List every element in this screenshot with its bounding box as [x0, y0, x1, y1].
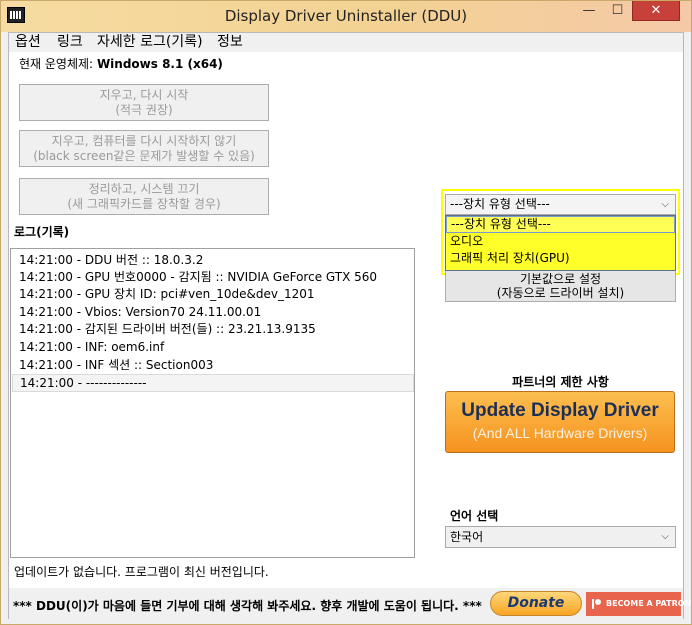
clean-restart-line1: 지우고, 다시 시작 — [99, 88, 189, 102]
clean-no-restart-line1: 지우고, 컴퓨터를 다시 시작하지 않기 — [51, 134, 237, 148]
os-value: Windows 8.1 (x64) — [96, 57, 223, 71]
become-patron-button[interactable]: BECOME A PATRON — [586, 592, 691, 616]
clean-and-restart-button[interactable]: 지우고, 다시 시작 (적극 권장) — [19, 84, 269, 121]
log-line: 14:21:00 - DDU 버전 :: 18.0.3.2 — [19, 253, 204, 267]
device-option-placeholder[interactable]: ---장치 유형 선택--- — [446, 216, 675, 233]
menu-bar: 옵션 링크 자세한 로그(기록) 정보 — [9, 33, 683, 52]
chevron-down-icon: ⌵ — [661, 531, 669, 542]
log-line-selected[interactable]: 14:21:00 - -------------- — [12, 374, 414, 392]
log-line: 14:21:00 - GPU 번호0000 - 감지됨 :: NVIDIA Ge… — [19, 270, 378, 284]
log-list[interactable]: 14:21:00 - DDU 버전 :: 18.0.3.2 14:21:00 -… — [10, 248, 415, 558]
device-option-audio[interactable]: 오디오 — [446, 234, 675, 251]
language-select[interactable]: 한국어 ⌵ — [445, 526, 676, 548]
maximize-button[interactable]: ☐ — [604, 1, 631, 21]
app-window: Display Driver Uninstaller (DDU) — ☐ ✕ 옵… — [0, 0, 692, 625]
clean-shutdown-line2: (새 그래픽카드를 장착할 경우) — [67, 197, 221, 211]
log-label: 로그(기록) — [14, 225, 70, 239]
menu-options[interactable]: 옵션 — [15, 34, 41, 51]
clean-no-restart-line2: (black screen같은 문제가 발생할 수 있음) — [33, 149, 255, 163]
os-label: 현재 운영체제: — [19, 57, 94, 71]
set-default-button[interactable]: 기본값으로 설정 (자동으로 드라이버 설치) — [445, 270, 676, 302]
log-line: 14:21:00 - 감지된 드라이버 버전(들) :: 23.21.13.91… — [19, 322, 316, 336]
default-line1: 기본값으로 설정 — [519, 272, 602, 286]
device-option-gpu[interactable]: 그래픽 처리 장치(GPU) — [446, 251, 675, 268]
clean-restart-line2: (적극 권장) — [115, 103, 173, 117]
update-status: 업데이트가 없습니다. 프로그램이 최신 버전입니다. — [14, 565, 269, 579]
default-line2: (자동으로 드라이버 설치) — [496, 286, 625, 300]
donation-message: *** DDU(이)가 마음에 들면 기부에 대해 생각해 봐주세요. 향후 개… — [13, 599, 482, 613]
log-line: 14:21:00 - Vbios: Version70 24.11.00.01 — [19, 305, 262, 319]
current-os: 현재 운영체제: Windows 8.1 (x64) — [19, 55, 223, 72]
donation-footer: *** DDU(이)가 마음에 들면 기부에 대해 생각해 봐주세요. 향후 개… — [9, 588, 691, 619]
patron-label: BECOME A PATRON — [606, 599, 692, 608]
log-line: 14:21:00 - INF: oem6.inf — [19, 340, 165, 354]
language-label: 언어 선택 — [450, 509, 499, 523]
device-type-dropdown: ---장치 유형 선택--- 오디오 그래픽 처리 장치(GPU) — [445, 215, 676, 271]
log-line: 14:21:00 - INF 섹션 :: Section003 — [19, 358, 214, 372]
chevron-down-icon: ⌵ — [661, 199, 669, 210]
clean-shutdown-line1: 정리하고, 시스템 끄기 — [88, 182, 200, 196]
language-selected: 한국어 — [450, 530, 484, 544]
title-bar[interactable]: Display Driver Uninstaller (DDU) — ☐ ✕ — [1, 1, 691, 32]
device-type-selected: ---장치 유형 선택--- — [450, 197, 550, 211]
device-type-select[interactable]: ---장치 유형 선택--- ⌵ — [445, 194, 676, 215]
log-line: 14:21:00 - GPU 장치 ID: pci#ven_10de&dev_1… — [19, 287, 315, 301]
minimize-button[interactable]: — — [575, 1, 603, 21]
close-button[interactable]: ✕ — [632, 1, 680, 21]
update-title: Update Display Driver — [461, 400, 659, 421]
clean-and-shutdown-button[interactable]: 정리하고, 시스템 끄기 (새 그래픽카드를 장착할 경우) — [19, 178, 269, 215]
donate-button[interactable]: Donate — [490, 591, 582, 616]
menu-links[interactable]: 링크 — [57, 34, 83, 51]
clean-no-restart-button[interactable]: 지우고, 컴퓨터를 다시 시작하지 않기 (black screen같은 문제가… — [19, 130, 269, 167]
menu-info[interactable]: 정보 — [217, 34, 243, 51]
update-display-driver-button[interactable]: Update Display Driver (And ALL Hardware … — [445, 391, 675, 453]
patreon-icon — [592, 599, 601, 609]
update-subtitle: (And ALL Hardware Drivers) — [472, 425, 648, 441]
partner-label: 파트너의 제한 사항 — [512, 375, 609, 389]
menu-detailed-log[interactable]: 자세한 로그(기록) — [97, 34, 203, 51]
main-panel: 옵션 링크 자세한 로그(기록) 정보 현재 운영체제: Windows 8.1… — [8, 32, 691, 619]
